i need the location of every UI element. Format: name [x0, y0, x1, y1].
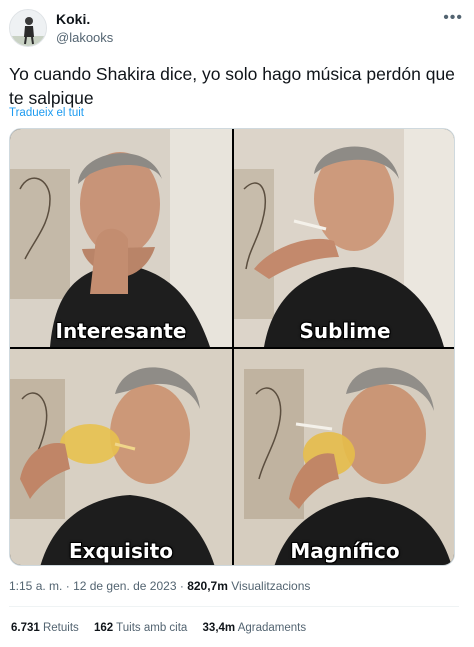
panel-caption-2: Sublime	[299, 319, 391, 343]
tweet-meta: 1:15 a. m. · 12 de gen. de 2023 · 820,7m…	[9, 579, 310, 593]
tweet-text: Yo cuando Shakira dice, yo solo hago mús…	[9, 64, 455, 108]
media-panel-1: Interesante	[10, 129, 232, 347]
tweet-header: Koki. @lakooks •••	[9, 9, 465, 49]
tweet-time[interactable]: 1:15 a. m.	[9, 579, 62, 593]
media-panel-2: Sublime	[234, 129, 454, 347]
tweet-stats: 6.731 Retuits 162 Tuits amb cita 33,4m A…	[11, 622, 318, 634]
media-panel-3: Exquisito	[10, 349, 232, 565]
tweet-media[interactable]: Interesante Sublime Exquisito Magnífico	[9, 128, 455, 566]
tweet-date[interactable]: 12 de gen. de 2023	[73, 579, 176, 593]
author-handle[interactable]: @lakooks	[56, 30, 113, 45]
views-label: Visualitzacions	[231, 579, 311, 593]
meta-separator: ·	[179, 579, 184, 593]
retweets-count: 6.731	[11, 622, 40, 634]
divider	[9, 606, 459, 607]
retweets-stat[interactable]: 6.731 Retuits	[11, 622, 82, 634]
meta-separator: ·	[65, 579, 70, 593]
ellipsis-icon[interactable]: •••	[443, 9, 463, 27]
panel-caption-4: Magnífico	[290, 539, 400, 563]
media-panel-4: Magnífico	[234, 349, 454, 565]
quotes-label: Tuits amb cita	[116, 622, 188, 634]
translate-link[interactable]: Tradueix el tuit	[9, 107, 84, 119]
panel-caption-3: Exquisito	[68, 539, 174, 563]
likes-label: Agradaments	[237, 622, 307, 634]
likes-stat[interactable]: 33,4m Agradaments	[203, 622, 307, 634]
author-name[interactable]: Koki.	[56, 11, 90, 27]
panel-caption-1: Interesante	[55, 319, 187, 343]
likes-count: 33,4m	[202, 622, 236, 634]
views-count: 820,7m	[187, 579, 228, 593]
avatar[interactable]	[9, 9, 47, 47]
quotes-count: 162	[93, 622, 114, 634]
retweets-label: Retuits	[42, 622, 79, 634]
quotes-stat[interactable]: 162 Tuits amb cita	[94, 622, 191, 634]
